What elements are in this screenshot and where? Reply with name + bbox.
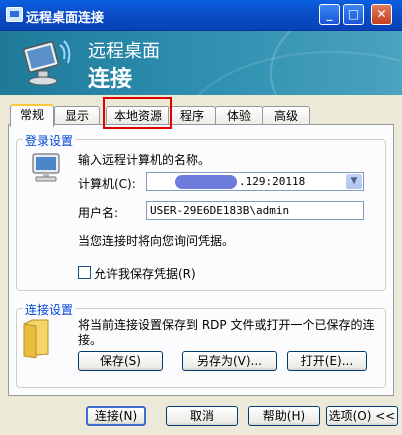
remote-desktop-app-icon (6, 7, 23, 22)
minimize-button[interactable]: _ (319, 4, 340, 25)
credential-note: 当您连接时将向您询问凭据。 (78, 234, 235, 248)
header-banner: 远程桌面 连接 (0, 31, 402, 95)
banner-line1: 远程桌面 (88, 41, 160, 62)
connect-button[interactable]: 连接(N) (86, 406, 146, 426)
title-bar: 远程桌面连接 _ □ ✕ (0, 0, 402, 31)
banner-line2: 连接 (88, 67, 133, 92)
tab-experience[interactable]: 体验 (215, 106, 263, 125)
close-button[interactable]: ✕ (371, 4, 392, 25)
tab-programs[interactable]: 程序 (168, 106, 216, 125)
save-button[interactable]: 保存(S) (78, 351, 163, 371)
username-field[interactable]: USER-29E6DE183B\admin (146, 201, 364, 220)
username-label: 用户名: (78, 206, 119, 220)
computer-value: .129:20118 (239, 175, 306, 188)
redacted-address (175, 175, 237, 189)
monitor-icon (23, 40, 71, 86)
maximize-button[interactable]: □ (343, 4, 364, 25)
folder-icon (23, 319, 49, 358)
computer-combobox[interactable]: .129:20118 ▼ (146, 172, 364, 191)
save-credentials-checkbox[interactable] (78, 266, 91, 279)
login-prompt: 输入远程计算机的名称。 (78, 153, 211, 167)
open-button[interactable]: 打开(E)... (287, 351, 367, 371)
window-title: 远程桌面连接 (26, 11, 105, 26)
options-button[interactable]: 选项(O) << (326, 406, 398, 426)
computer-label: 计算机(C): (78, 177, 136, 191)
cancel-button[interactable]: 取消 (166, 406, 238, 426)
highlight-box (103, 97, 172, 129)
help-button[interactable]: 帮助(H) (248, 406, 320, 426)
tab-advanced[interactable]: 高级 (262, 106, 310, 125)
connection-description: 将当前连接设置保存到 RDP 文件或打开一个已保存的连接。 (78, 318, 375, 347)
chevron-down-icon[interactable]: ▼ (346, 174, 362, 189)
tab-display[interactable]: 显示 (54, 106, 100, 125)
save-as-button[interactable]: 另存为(V)... (182, 351, 277, 371)
computer-icon (32, 153, 60, 182)
tab-general[interactable]: 常规 (10, 104, 54, 127)
save-credentials-label[interactable]: 允许我保存凭据(R) (94, 265, 196, 282)
connection-settings-label: 连接设置 (23, 301, 76, 318)
login-settings-label: 登录设置 (23, 132, 76, 149)
